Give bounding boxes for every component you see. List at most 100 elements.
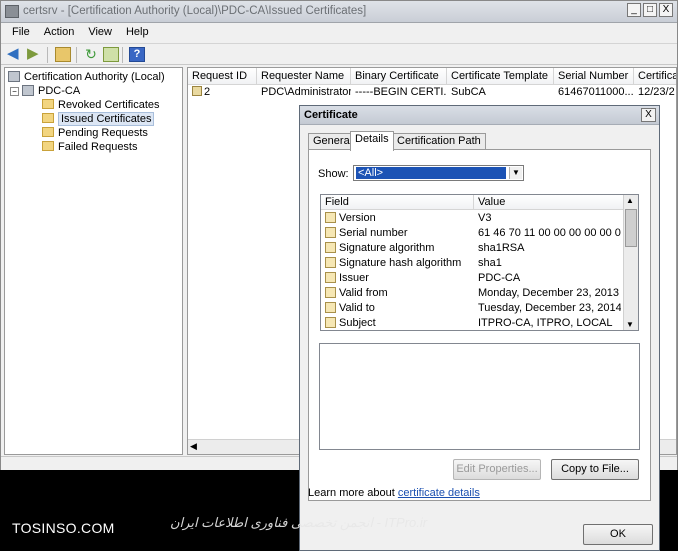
toolbar-separator — [76, 47, 77, 63]
menu-action[interactable]: Action — [37, 23, 82, 43]
copy-to-file-button[interactable]: Copy to File... — [551, 459, 639, 480]
back-arrow-icon[interactable]: ◀ — [7, 46, 23, 62]
scrollbar-thumb[interactable] — [625, 209, 637, 247]
tree-item-label: Failed Requests — [58, 141, 138, 153]
folder-icon — [42, 141, 54, 151]
ok-button[interactable]: OK — [583, 524, 653, 545]
certificate-field-icon — [325, 272, 336, 283]
maximize-button[interactable]: □ — [643, 3, 657, 17]
cell-requester-name: PDC\Administrator — [261, 86, 351, 98]
scroll-down-icon[interactable]: ▼ — [626, 320, 634, 329]
field-name: Signature algorithm — [339, 242, 435, 254]
dialog-close-button[interactable]: X — [641, 108, 656, 122]
field-name: Version — [339, 212, 376, 224]
column-value[interactable]: Value — [474, 195, 624, 210]
column-certificate-template[interactable]: Certificate Template — [447, 68, 554, 85]
menu-help[interactable]: Help — [119, 23, 156, 43]
window-title: certsrv - [Certification Authority (Loca… — [23, 5, 367, 17]
cell-request-id: 2 — [204, 86, 211, 98]
column-requester-name[interactable]: Requester Name — [257, 68, 351, 85]
cell-certificate-date: 12/23/2 — [638, 86, 675, 98]
tree-item-label: Pending Requests — [58, 127, 148, 139]
learn-more-text: Learn more about certificate details — [308, 487, 480, 499]
table-row[interactable]: 2 — [188, 85, 257, 100]
tab-details[interactable]: Details — [350, 131, 394, 151]
folder-icon — [42, 113, 54, 123]
field-detail-box[interactable] — [319, 343, 640, 450]
menu-file[interactable]: File — [5, 23, 37, 43]
list-item[interactable]: Valid from Monday, December 23, 2013 ... — [321, 286, 624, 301]
fields-header: Field Value — [321, 195, 624, 210]
scroll-left-icon[interactable]: ◀ — [190, 441, 197, 452]
field-value: Monday, December 23, 2013 ... — [478, 287, 621, 299]
column-field[interactable]: Field — [321, 195, 474, 210]
fields-list: Field Value Version V3 Serial number 61 46… — [320, 194, 639, 331]
tree-ca-node[interactable]: − PDC-CA — [10, 84, 80, 98]
certificate-details-link[interactable]: certificate details — [398, 487, 480, 499]
certification-authority-icon — [8, 71, 20, 82]
field-name: Valid to — [339, 302, 375, 314]
toolbar-separator — [47, 47, 48, 63]
chevron-down-icon[interactable]: ▼ — [509, 167, 522, 179]
help-icon[interactable]: ? — [129, 47, 145, 62]
toolbar: ◀ ▶ ↻ ? — [1, 43, 677, 65]
tree-item-pending-requests[interactable]: Pending Requests — [42, 126, 148, 140]
toolbar-separator — [122, 47, 123, 63]
collapse-expander-icon[interactable]: − — [10, 87, 19, 96]
column-serial-number[interactable]: Serial Number — [554, 68, 634, 85]
certificate-dialog: Certificate X General Details Certificat… — [299, 105, 660, 551]
close-button[interactable]: X — [659, 3, 673, 17]
menu-bar: File Action View Help — [1, 23, 677, 43]
certificate-field-icon — [325, 212, 336, 223]
tree-root[interactable]: Certification Authority (Local) — [8, 70, 165, 84]
list-item[interactable]: Subject ITPRO-CA, ITPRO, LOCAL — [321, 316, 624, 330]
field-name: Subject — [339, 317, 376, 329]
menu-view[interactable]: View — [81, 23, 119, 43]
list-item[interactable]: Valid to Tuesday, December 23, 2014 ... — [321, 301, 624, 316]
watermark-itpro: ITPro.ir - انجمن تخصصی فناوری اطلاعات ای… — [170, 515, 428, 530]
field-name: Valid from — [339, 287, 388, 299]
scroll-up-icon[interactable]: ▲ — [626, 196, 634, 205]
column-certificate-effective[interactable]: Certifica — [634, 68, 676, 85]
export-list-icon[interactable] — [103, 47, 119, 62]
list-item[interactable]: Signature algorithm sha1RSA — [321, 241, 624, 256]
cell-certificate-template: SubCA — [451, 86, 486, 98]
certificate-icon — [192, 86, 202, 96]
field-value: PDC-CA — [478, 272, 521, 284]
show-dropdown[interactable]: <All> ▼ — [353, 165, 524, 181]
certificate-field-icon — [325, 317, 336, 328]
fields-vertical-scrollbar[interactable]: ▲ ▼ — [623, 195, 638, 330]
learn-more-prefix: Learn more about — [308, 487, 398, 499]
folder-icon — [42, 127, 54, 137]
column-request-id[interactable]: Request ID — [188, 68, 257, 85]
certificate-field-icon — [325, 302, 336, 313]
field-name: Signature hash algorithm — [339, 257, 462, 269]
list-item[interactable]: Signature hash algorithm sha1 — [321, 256, 624, 271]
certificate-field-icon — [325, 287, 336, 298]
tree-item-issued-certificates[interactable]: Issued Certificates — [42, 112, 155, 126]
list-item[interactable]: Issuer PDC-CA — [321, 271, 624, 286]
column-binary-certificate[interactable]: Binary Certificate — [351, 68, 447, 85]
tree-item-failed-requests[interactable]: Failed Requests — [42, 140, 138, 154]
forward-arrow-icon[interactable]: ▶ — [27, 46, 43, 62]
field-value: sha1RSA — [478, 242, 525, 254]
ca-server-icon — [22, 85, 34, 96]
list-item[interactable]: Version V3 — [321, 211, 624, 226]
list-item[interactable]: Serial number 61 46 70 11 00 00 00 00 00 … — [321, 226, 624, 241]
tab-certification-path[interactable]: Certification Path — [392, 133, 486, 150]
field-value: sha1 — [478, 257, 502, 269]
cell-binary-certificate: -----BEGIN CERTI... — [355, 86, 447, 98]
dialog-title-bar: Certificate X — [300, 106, 659, 125]
certificate-field-icon — [325, 227, 336, 238]
field-name: Serial number — [339, 227, 408, 239]
field-name: Issuer — [339, 272, 369, 284]
cell-serial-number: 61467011000... — [558, 86, 634, 98]
up-folder-icon[interactable] — [55, 47, 71, 62]
refresh-icon[interactable]: ↻ — [83, 47, 99, 62]
details-panel: Show: <All> ▼ Field Value Version V3 Seri… — [308, 149, 651, 501]
minimize-button[interactable]: _ — [627, 3, 641, 17]
window-controls: _ □ X — [627, 3, 673, 17]
edit-properties-button[interactable]: Edit Properties... — [453, 459, 541, 480]
tree-item-revoked-certificates[interactable]: Revoked Certificates — [42, 98, 160, 112]
field-value: ITPRO-CA, ITPRO, LOCAL — [478, 317, 613, 329]
